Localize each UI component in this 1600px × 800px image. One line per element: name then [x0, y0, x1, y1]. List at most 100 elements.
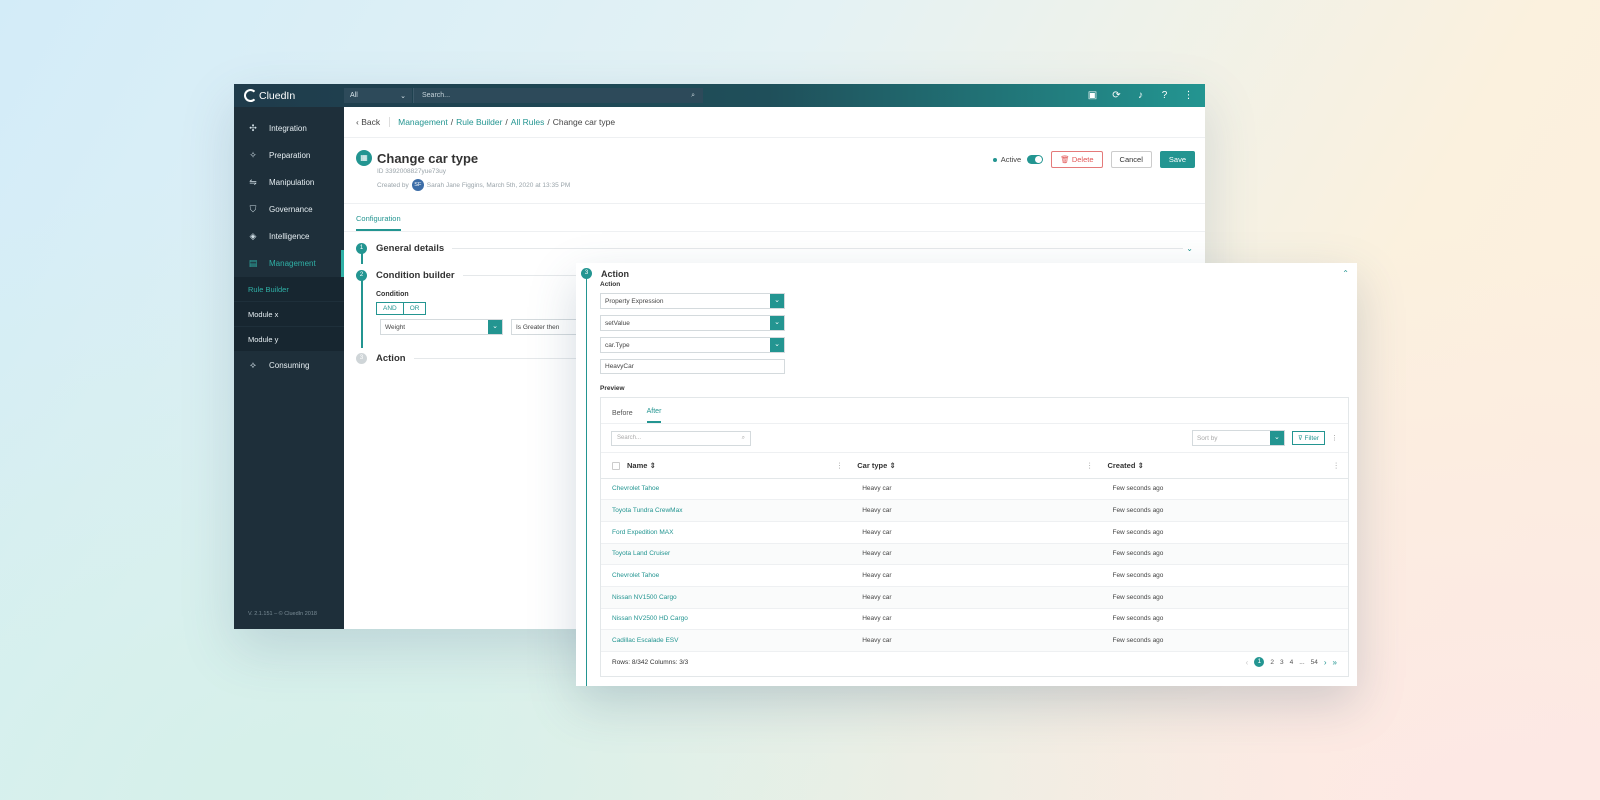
cell-name[interactable]: Nissan NV1500 Cargo	[601, 586, 852, 609]
chevron-down-icon[interactable]: ⌄	[1186, 244, 1193, 253]
pagination: ‹ 1 2 3 4 ... 54 › »	[1246, 657, 1337, 667]
save-button[interactable]: Save	[1159, 151, 1195, 168]
cell-name[interactable]: Ford Expedition MAX	[601, 521, 852, 544]
breadcrumb-current: Change car type	[552, 117, 616, 127]
help-icon[interactable]: ?	[1158, 90, 1171, 101]
action-panel: 3 Action ⌃ Action Property Expression ⌄ …	[576, 263, 1357, 686]
sidebar-item-integration[interactable]: ✣ Integration	[234, 115, 344, 142]
preview-search-input[interactable]: Search... ⌕	[611, 430, 751, 446]
tab-configuration[interactable]: Configuration	[356, 214, 401, 231]
breadcrumb-management[interactable]: Management	[398, 117, 448, 127]
sidebar-item-management[interactable]: ▤ Management	[234, 250, 344, 277]
sidebar-item-consuming[interactable]: ⟡ Consuming	[234, 352, 344, 379]
cell-created: Few seconds ago	[1101, 499, 1348, 522]
sort-by-select[interactable]: Sort by ⌄	[1191, 430, 1285, 446]
step-general-details[interactable]: 1 General details ⌄	[356, 239, 1205, 257]
table-row[interactable]: Nissan NV1500 Cargo Heavy car Few seconds …	[601, 586, 1348, 609]
column-header-car-type[interactable]: Car type ⇕ ⋮	[851, 453, 1102, 479]
sidebar-subitem-module-y[interactable]: Module y	[234, 327, 344, 352]
chevron-down-icon: ⌄	[770, 294, 784, 308]
delete-button[interactable]: 🗑 Delete	[1051, 151, 1103, 168]
chevron-down-icon: ⌄	[488, 320, 502, 334]
breadcrumb-all-rules[interactable]: All Rules	[511, 117, 545, 127]
consuming-icon: ⟡	[250, 360, 256, 370]
page-54[interactable]: 54	[1311, 659, 1318, 666]
active-toggle[interactable]	[1027, 155, 1044, 164]
bell-icon[interactable]: ♪	[1134, 90, 1147, 101]
and-button[interactable]: AND	[376, 302, 404, 315]
integration-icon: ✣	[249, 123, 257, 133]
cell-car-type: Heavy car	[851, 499, 1102, 522]
column-header-name[interactable]: Name ⇕ ⋮	[601, 453, 852, 479]
table-row[interactable]: Toyota Land Cruiser Heavy car Few seconds …	[601, 543, 1348, 566]
sidebar-item-governance[interactable]: ⛉ Governance	[234, 196, 344, 223]
more-vertical-icon[interactable]: ⋮	[1331, 434, 1338, 442]
cell-car-type: Heavy car	[851, 586, 1102, 609]
table-row[interactable]: Ford Expedition MAX Heavy car Few seconds …	[601, 521, 1348, 544]
table-row[interactable]: Nissan NV2500 HD Cargo Heavy car Few secon…	[601, 608, 1348, 631]
column-header-created[interactable]: Created ⇕ ⋮	[1101, 453, 1348, 479]
chevron-left-icon[interactable]: ‹	[1246, 658, 1249, 667]
tab-before[interactable]: Before	[612, 410, 633, 423]
avatar: SF	[411, 179, 424, 191]
table-footer: Rows: 8/342 Columns: 3/3 ‹ 1 2 3 4 ... 5…	[601, 648, 1348, 676]
sidebar-item-manipulation[interactable]: ⇋ Manipulation	[234, 169, 344, 196]
logo[interactable]: CluedIn	[234, 89, 344, 102]
sidebar-item-preparation[interactable]: ✧ Preparation	[234, 142, 344, 169]
cell-name[interactable]: Chevrolet Tahoe	[601, 564, 852, 587]
rule-id: ID 3392008827yue73uy	[377, 168, 447, 175]
sync-icon[interactable]: ⟳	[1110, 90, 1123, 101]
cancel-button[interactable]: Cancel	[1110, 151, 1152, 168]
cell-car-type: Heavy car	[851, 608, 1102, 631]
cell-name[interactable]: Toyota Land Cruiser	[601, 543, 852, 566]
select-all-checkbox[interactable]	[612, 461, 620, 470]
search-icon: ⌕	[691, 91, 695, 99]
table-row[interactable]: Chevrolet Tahoe Heavy car Few seconds ago	[601, 478, 1348, 501]
rows-columns-count: Rows: 8/342 Columns: 3/3	[612, 658, 689, 666]
action-property-select[interactable]: car.Type ⌄	[600, 337, 785, 353]
sidebar-subitem-rule-builder[interactable]: Rule Builder	[234, 277, 344, 302]
preparation-icon: ✧	[249, 150, 257, 160]
action-value-input[interactable]: HeavyCar	[600, 359, 785, 374]
table-row[interactable]: Chevrolet Tahoe Heavy car Few seconds ago	[601, 564, 1348, 587]
action-type-select[interactable]: Property Expression ⌄	[600, 293, 785, 309]
page-ellipsis: ...	[1299, 658, 1305, 666]
page-title: Change car type	[377, 150, 479, 166]
preview-table-card: Before After Search... ⌕ Sort by ⌄ ⊽ Fil…	[600, 397, 1349, 677]
table-row[interactable]: Toyota Tundra CrewMax Heavy car Few second…	[601, 499, 1348, 522]
more-vertical-icon[interactable]: ⋮	[1182, 90, 1195, 101]
page-3[interactable]: 3	[1280, 659, 1284, 666]
filter-icon: ⊽	[1297, 435, 1303, 442]
cell-name[interactable]: Toyota Tundra CrewMax	[601, 499, 852, 522]
chevron-up-icon[interactable]: ⌃	[1342, 269, 1349, 278]
page-1[interactable]: 1	[1254, 657, 1265, 667]
page-2[interactable]: 2	[1270, 659, 1274, 666]
sidebar-item-intelligence[interactable]: ◈ Intelligence	[234, 223, 344, 250]
action-panel-header[interactable]: 3 Action ⌃	[581, 268, 1349, 279]
breadcrumb: ‹ Back Management / Rule Builder / All R…	[344, 107, 1205, 138]
top-bar: CluedIn All ⌄ Search... ⌕ ▣ ⟳ ♪ ? ⋮	[234, 84, 1205, 107]
cell-name[interactable]: Chevrolet Tahoe	[601, 478, 852, 501]
chart-icon[interactable]: ▣	[1086, 90, 1099, 101]
cell-name[interactable]: Nissan NV2500 HD Cargo	[601, 608, 852, 631]
back-button[interactable]: ‹ Back	[356, 117, 391, 127]
cell-created: Few seconds ago	[1101, 608, 1348, 631]
page-4[interactable]: 4	[1290, 659, 1294, 666]
condition-field-select[interactable]: Weight ⌄	[380, 319, 503, 335]
double-chevron-right-icon[interactable]: »	[1333, 658, 1337, 667]
tab-after[interactable]: After	[646, 408, 662, 423]
sidebar-subitem-module-x[interactable]: Module x	[234, 302, 344, 327]
management-icon: ▤	[248, 258, 258, 268]
chevron-down-icon: ⌄	[1269, 431, 1284, 445]
chevron-down-icon: ⌄	[400, 92, 406, 100]
breadcrumb-rule-builder[interactable]: Rule Builder	[456, 117, 502, 127]
version-text: V. 2.1.151 – © CluedIn 2018	[248, 611, 317, 617]
action-method-select[interactable]: setValue ⌄	[600, 315, 785, 331]
chevron-right-icon[interactable]: ›	[1324, 658, 1327, 667]
global-search-input[interactable]: Search... ⌕	[413, 88, 703, 103]
cell-created: Few seconds ago	[1101, 586, 1348, 609]
filter-button[interactable]: ⊽ Filter	[1291, 431, 1325, 445]
search-scope-select[interactable]: All ⌄	[344, 88, 412, 103]
sidebar-submenu: Rule Builder Module x Module y	[234, 277, 344, 352]
or-button[interactable]: OR	[403, 302, 427, 315]
